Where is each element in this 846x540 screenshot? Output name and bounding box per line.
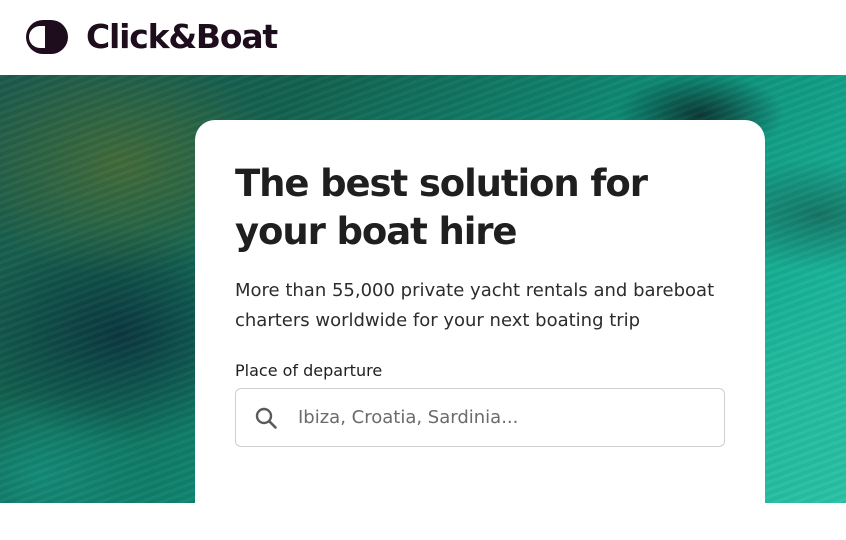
hero-subtitle: More than 55,000 private yacht rentals a… xyxy=(235,280,715,331)
search-card: The best solution for your boat hire Mor… xyxy=(195,120,765,540)
site-header: Click&Boat xyxy=(0,0,846,75)
departure-search-input[interactable] xyxy=(296,396,724,439)
departure-search-box[interactable] xyxy=(235,388,725,447)
brand-logo[interactable]: Click&Boat xyxy=(26,17,278,56)
click-and-boat-logo-icon xyxy=(26,19,68,54)
hero-title: The best solution for your boat hire xyxy=(235,162,648,253)
departure-label: Place of departure xyxy=(235,361,383,380)
search-icon xyxy=(255,407,277,429)
brand-name: Click&Boat xyxy=(86,17,278,56)
